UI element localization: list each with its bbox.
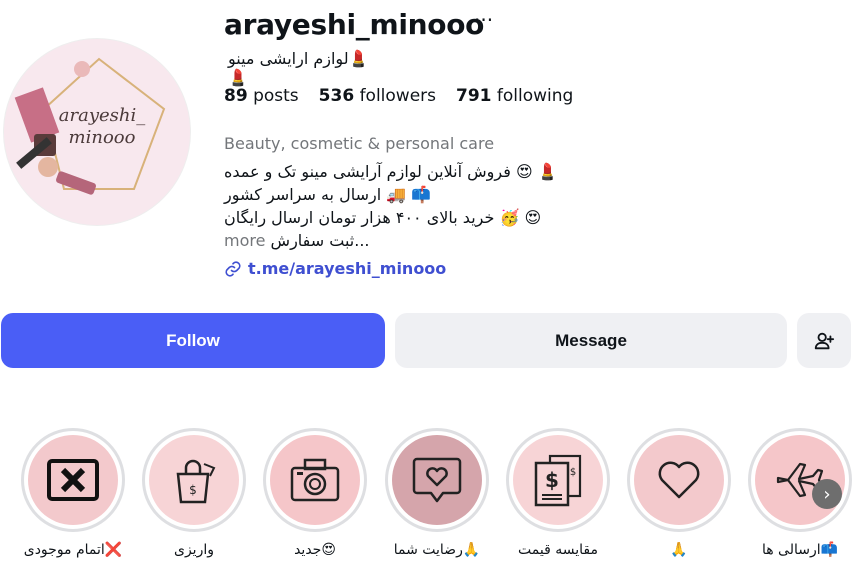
followers-count: 536 — [318, 86, 355, 106]
highlight-label: مقایسه قیمت — [518, 542, 598, 558]
profile-avatar[interactable]: arayeshi_ minooo — [3, 38, 191, 226]
posts-stat[interactable]: 89 posts — [224, 86, 299, 106]
highlight-ring — [627, 428, 731, 532]
highlight-label: 📫ارسالی ها — [761, 542, 839, 558]
bio-line: 😍 🥳 خرید بالای ۴۰۰ هزار تومان ارسال رایگ… — [224, 208, 542, 227]
highlight-label: 😍جدید — [294, 542, 336, 558]
price-tags-icon: $ $ — [534, 454, 582, 507]
highlight-ring — [263, 428, 367, 532]
follow-button[interactable]: Follow — [1, 313, 385, 368]
highlight-cover — [392, 435, 482, 525]
highlight-cover: $ $ — [513, 435, 603, 525]
highlight-item[interactable]: 🙏 — [627, 428, 731, 558]
bio-line: 💄 😍 فروش آنلاین لوازم آرایشی مینو تک و ع… — [224, 162, 558, 181]
shopping-bag-icon: $ — [176, 459, 216, 504]
highlight-item[interactable]: $ $ مقایسه قیمت — [506, 428, 610, 558]
highlight-label: واریزی — [174, 542, 214, 558]
bio-line: ...ثبت سفارش — [270, 231, 370, 250]
highlight-ring — [385, 428, 489, 532]
camera-icon — [290, 458, 340, 502]
bio: 💄 😍 فروش آنلاین لوازم آرایشی مینو تک و ع… — [224, 160, 584, 252]
link-icon — [225, 260, 241, 277]
highlight-ring: $ — [142, 428, 246, 532]
highlight-label: ❌اتمام موجودی — [23, 542, 123, 558]
more-options-icon[interactable]: ··· — [474, 8, 493, 32]
username: arayeshi_minooo — [224, 8, 485, 41]
posts-label: posts — [253, 86, 299, 106]
heart-icon — [658, 461, 700, 499]
highlight-item[interactable]: 🙏رضایت شما — [385, 428, 489, 558]
posts-count: 89 — [224, 86, 248, 106]
heart-message-icon — [412, 457, 462, 503]
following-stat[interactable]: 791 following — [456, 86, 573, 106]
highlight-item[interactable]: 😍جدید — [263, 428, 367, 558]
highlight-cover — [270, 435, 360, 525]
highlight-cover — [28, 435, 118, 525]
category: Beauty, cosmetic & personal care — [224, 134, 495, 153]
highlight-cover: $ — [149, 435, 239, 525]
svg-text:$: $ — [545, 468, 559, 492]
chevron-right-icon[interactable]: › — [812, 479, 842, 509]
followers-label: followers — [359, 86, 437, 106]
profile-stats: 89 posts 536 followers 791 following — [224, 86, 573, 106]
avatar-image: arayeshi_ minooo — [4, 39, 190, 225]
bio-line: 📫 🚚 ارسال به سراسر کشور — [224, 185, 432, 204]
message-button[interactable]: Message — [395, 313, 787, 368]
highlight-ring — [21, 428, 125, 532]
external-link[interactable]: t.me/arayeshi_minooo — [224, 259, 446, 278]
following-count: 791 — [456, 86, 492, 106]
highlight-label: 🙏رضایت شما — [393, 542, 481, 558]
followers-stat[interactable]: 536 followers — [319, 86, 436, 106]
svg-text:$: $ — [189, 483, 197, 497]
full-name: 💄لوازم ارایشی مینو💄 — [228, 49, 369, 87]
highlight-cover — [634, 435, 724, 525]
avatar-text-1: arayeshi_ — [59, 105, 145, 126]
highlight-ring: $ $ — [506, 428, 610, 532]
avatar-text-2: minooo — [69, 127, 136, 148]
following-label: following — [496, 86, 574, 106]
x-box-icon — [47, 459, 99, 501]
highlight-ring — [748, 428, 852, 532]
add-user-icon — [814, 332, 835, 349]
link-text: t.me/arayeshi_minooo — [248, 259, 447, 278]
svg-text:$: $ — [570, 467, 576, 478]
bio-more-link[interactable]: more — [224, 231, 265, 250]
highlight-item[interactable]: ❌اتمام موجودی — [21, 428, 125, 558]
highlight-item[interactable]: $ واریزی — [142, 428, 246, 558]
suggest-users-button[interactable] — [797, 313, 851, 368]
bio-line-last: ...ثبت سفارش more — [224, 229, 584, 252]
highlight-label: 🙏 — [670, 542, 688, 558]
